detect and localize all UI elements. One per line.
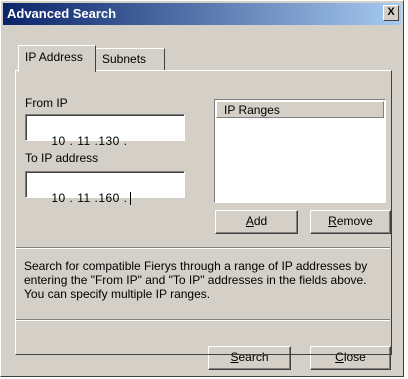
title-bar[interactable]: Advanced Search X: [3, 3, 401, 25]
tab-ip-address[interactable]: IP Address: [18, 45, 96, 72]
tab-subnets[interactable]: Subnets: [96, 48, 165, 70]
advanced-search-dialog: Advanced Search X IP Address Subnets Fro…: [0, 0, 404, 377]
tab-panel: [15, 70, 392, 355]
tab-ip-address-label: IP Address: [25, 50, 83, 64]
close-window-button[interactable]: X: [383, 5, 399, 21]
tab-subnets-label: Subnets: [102, 52, 147, 66]
close-icon: X: [387, 6, 395, 18]
dialog-title: Advanced Search: [7, 6, 117, 21]
